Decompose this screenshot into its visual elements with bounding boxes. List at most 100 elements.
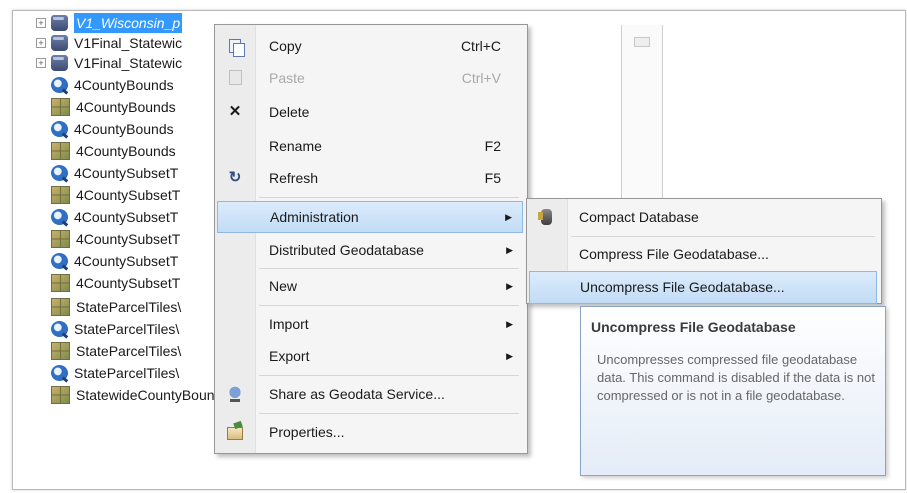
- menu-item-label: Compact Database: [579, 209, 699, 225]
- tree-item-database[interactable]: + V1Final_Statewic: [36, 33, 183, 53]
- tooltip-title: Uncompress File Geodatabase: [591, 319, 796, 335]
- tree-item-label: V1_Wisconsin_p: [74, 13, 183, 33]
- tile-package-icon: [51, 386, 70, 404]
- menu-item-shortcut: Ctrl+V: [461, 70, 501, 86]
- refresh-icon: ↻: [228, 169, 242, 186]
- menu-item-label: Refresh: [269, 170, 319, 186]
- menu-item-refresh[interactable]: ↻ Refresh F5: [217, 163, 523, 193]
- expand-icon[interactable]: +: [36, 18, 46, 28]
- tree-item-label: StateParcelTiles\: [76, 299, 182, 315]
- layer-icon: [51, 321, 68, 337]
- tree-item-label: 4CountySubsetT: [74, 253, 179, 269]
- tree-item-label: 4CountySubsetT: [74, 209, 179, 225]
- tree-item-tile-package[interactable]: 4CountyBounds: [51, 97, 176, 117]
- menu-item-uncompress-file-geodatabase[interactable]: Uncompress File Geodatabase...: [529, 271, 877, 304]
- menu-item-shortcut: F2: [484, 138, 501, 154]
- menu-item-rename[interactable]: Rename F2: [217, 131, 523, 161]
- tile-package-icon: [51, 142, 70, 160]
- submenu-arrow-icon: ▶: [506, 281, 513, 291]
- submenu-arrow-icon: ▶: [506, 319, 513, 329]
- menu-item-new[interactable]: New ▶: [217, 271, 523, 301]
- menu-item-import[interactable]: Import ▶: [217, 309, 523, 339]
- tree-item-layer[interactable]: StateParcelTiles\: [51, 319, 179, 339]
- layer-icon: [51, 253, 68, 269]
- menu-item-label: Uncompress File Geodatabase...: [580, 279, 785, 295]
- tree-item-tile-package[interactable]: 4CountySubsetT: [51, 185, 180, 205]
- menu-item-label: Copy: [269, 38, 302, 54]
- tree-item-layer[interactable]: 4CountySubsetT: [51, 207, 178, 227]
- tree-item-label: V1Final_Statewic: [74, 55, 183, 71]
- context-menu: Copy Ctrl+C Paste Ctrl+V ✕ Delete Rename…: [214, 24, 528, 454]
- tree-item-label: V1Final_Statewic: [74, 35, 183, 51]
- tooltip-body: Uncompresses compressed file geodatabase…: [597, 352, 875, 403]
- menu-item-label: Delete: [269, 104, 310, 120]
- tile-package-icon: [51, 274, 70, 292]
- tree-item-label: 4CountyBounds: [74, 121, 174, 137]
- menu-separator: [259, 197, 519, 198]
- tile-package-icon: [51, 98, 70, 116]
- menu-separator: [259, 413, 519, 414]
- layer-icon: [51, 77, 68, 93]
- tree-item-label: StateParcelTiles\: [74, 365, 180, 381]
- tree-item-layer[interactable]: StateParcelTiles\: [51, 363, 179, 383]
- database-icon: [51, 15, 68, 31]
- menu-item-properties[interactable]: Properties...: [217, 417, 523, 447]
- compact-database-icon: [538, 209, 552, 225]
- tree-item-tile-package[interactable]: 4CountySubsetT: [51, 229, 180, 249]
- tree-item-label: 4CountySubsetT: [76, 275, 181, 291]
- database-icon: [51, 35, 68, 51]
- menu-item-label: Properties...: [269, 424, 345, 440]
- menu-item-label: New: [269, 278, 298, 294]
- menu-item-distributed-geodatabase[interactable]: Distributed Geodatabase ▶: [217, 235, 523, 265]
- menu-separator: [571, 236, 875, 237]
- submenu-arrow-icon: ▶: [506, 351, 513, 361]
- tree-item-tile-package[interactable]: 4CountySubsetT: [51, 273, 180, 293]
- tile-package-icon: [51, 230, 70, 248]
- tree-item-database[interactable]: + V1_Wisconsin_p: [36, 13, 183, 33]
- tree-item-database[interactable]: + V1Final_Statewic: [36, 53, 183, 73]
- tree-item-label: 4CountySubsetT: [76, 187, 181, 203]
- menu-item-delete[interactable]: ✕ Delete: [217, 97, 523, 127]
- tree-item-label: 4CountySubsetT: [74, 165, 179, 181]
- tree-item-label: StateParcelTiles\: [74, 321, 180, 337]
- administration-submenu: Compact Database Compress File Geodataba…: [526, 198, 882, 304]
- properties-icon: [227, 427, 243, 440]
- menu-item-compact-database[interactable]: Compact Database: [529, 202, 877, 233]
- tree-item-layer[interactable]: 4CountySubsetT: [51, 251, 178, 271]
- layer-icon: [51, 165, 68, 181]
- tree-item-layer[interactable]: 4CountySubsetT: [51, 163, 178, 183]
- scrollbar[interactable]: [621, 25, 663, 219]
- menu-item-label: Rename: [269, 138, 322, 154]
- menu-item-export[interactable]: Export ▶: [217, 341, 523, 371]
- tree-item-label: 4CountyBounds: [76, 143, 176, 159]
- tile-package-icon: [51, 298, 70, 316]
- menu-item-compress-file-geodatabase[interactable]: Compress File Geodatabase...: [529, 239, 877, 270]
- tree-item-layer[interactable]: 4CountyBounds: [51, 75, 174, 95]
- tile-package-icon: [51, 186, 70, 204]
- menu-item-paste: Paste Ctrl+V: [217, 63, 523, 93]
- submenu-arrow-icon: ▶: [506, 245, 513, 255]
- menu-item-label: Distributed Geodatabase: [269, 242, 424, 258]
- copy-icon: [229, 39, 245, 57]
- tree-item-label: 4CountySubsetT: [76, 231, 181, 247]
- tree-item-tile-package[interactable]: 4CountyBounds: [51, 141, 176, 161]
- tree-item-label: 4CountyBounds: [74, 77, 174, 93]
- menu-item-share-geodata-service[interactable]: Share as Geodata Service...: [217, 379, 523, 409]
- tree-item-layer[interactable]: 4CountyBounds: [51, 119, 174, 139]
- tree-item-tile-package[interactable]: StateParcelTiles\: [51, 297, 181, 317]
- menu-item-label: Compress File Geodatabase...: [579, 246, 769, 262]
- menu-item-label: Import: [269, 316, 309, 332]
- expand-icon[interactable]: +: [36, 38, 46, 48]
- layer-icon: [51, 365, 68, 381]
- menu-item-administration[interactable]: Administration ▶: [217, 201, 523, 233]
- menu-item-label: Administration: [270, 209, 359, 225]
- tree-item-label: StateParcelTiles\: [76, 343, 182, 359]
- tile-package-icon: [51, 342, 70, 360]
- submenu-arrow-icon: ▶: [505, 212, 512, 222]
- menu-item-copy[interactable]: Copy Ctrl+C: [217, 31, 523, 61]
- expand-icon[interactable]: +: [36, 58, 46, 68]
- tree-item-tile-package[interactable]: StateParcelTiles\: [51, 341, 181, 361]
- tooltip: Uncompress File Geodatabase Uncompresses…: [580, 306, 886, 476]
- menu-separator: [259, 268, 519, 269]
- menu-separator: [259, 305, 519, 306]
